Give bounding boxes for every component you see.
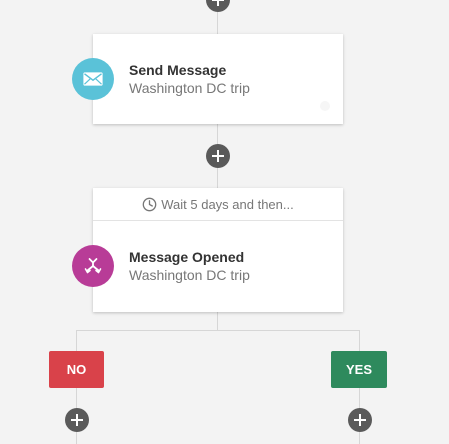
clock-icon <box>142 197 157 211</box>
connector-no-branch <box>76 330 77 352</box>
wait-delay-label: Wait 5 days and then... <box>161 196 294 212</box>
add-step-button-yes-branch[interactable] <box>348 408 372 432</box>
connector-opened-to-split <box>217 312 218 330</box>
message-opened-subtitle: Washington DC trip <box>129 267 250 283</box>
send-message-icon-circle <box>72 58 114 100</box>
send-message-subtitle: Washington DC trip <box>129 80 250 96</box>
send-message-card[interactable]: Send Message Washington DC trip <box>72 34 343 124</box>
envelope-icon <box>83 72 103 86</box>
send-message-title: Send Message <box>129 62 227 78</box>
branch-split-line <box>76 330 360 331</box>
connector-yes-branch <box>359 330 360 352</box>
card-status-dot <box>320 101 330 111</box>
add-step-button-middle[interactable] <box>206 144 230 168</box>
message-opened-icon-circle <box>72 245 114 287</box>
yes-branch-button[interactable]: YES <box>331 351 387 388</box>
message-opened-title: Message Opened <box>129 249 245 265</box>
wait-delay-header[interactable]: Wait 5 days and then... <box>93 188 343 221</box>
no-branch-button[interactable]: NO <box>49 351 104 388</box>
split-branch-icon <box>84 258 102 274</box>
message-opened-card[interactable]: Wait 5 days and then... Message Opened W… <box>72 188 343 312</box>
add-step-button-top[interactable] <box>206 0 230 12</box>
add-step-button-no-branch[interactable] <box>65 408 89 432</box>
